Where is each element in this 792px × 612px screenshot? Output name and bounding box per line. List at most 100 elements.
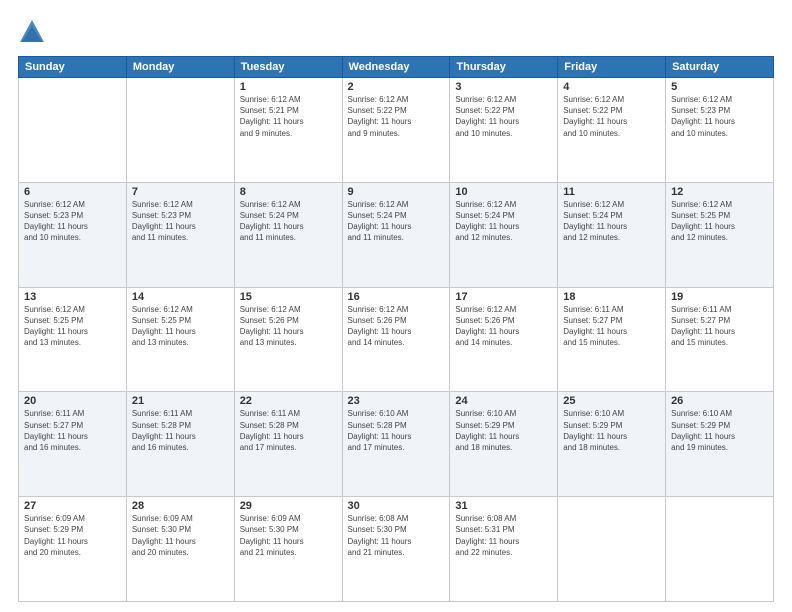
day-info: Sunrise: 6:12 AM Sunset: 5:26 PM Dayligh… [240,304,337,349]
day-number: 16 [348,291,445,303]
day-info: Sunrise: 6:12 AM Sunset: 5:26 PM Dayligh… [348,304,445,349]
day-number: 28 [132,500,229,512]
weekday-header-thursday: Thursday [450,57,558,78]
calendar-table: SundayMondayTuesdayWednesdayThursdayFrid… [18,56,774,602]
calendar-cell: 25Sunrise: 6:10 AM Sunset: 5:29 PM Dayli… [558,392,666,497]
calendar-cell: 14Sunrise: 6:12 AM Sunset: 5:25 PM Dayli… [126,287,234,392]
calendar-cell: 22Sunrise: 6:11 AM Sunset: 5:28 PM Dayli… [234,392,342,497]
day-number: 19 [671,291,768,303]
day-info: Sunrise: 6:12 AM Sunset: 5:25 PM Dayligh… [24,304,121,349]
calendar-cell: 7Sunrise: 6:12 AM Sunset: 5:23 PM Daylig… [126,182,234,287]
page: SundayMondayTuesdayWednesdayThursdayFrid… [0,0,792,612]
day-number: 22 [240,395,337,407]
calendar-week-2: 6Sunrise: 6:12 AM Sunset: 5:23 PM Daylig… [19,182,774,287]
day-info: Sunrise: 6:12 AM Sunset: 5:23 PM Dayligh… [24,199,121,244]
calendar-cell: 16Sunrise: 6:12 AM Sunset: 5:26 PM Dayli… [342,287,450,392]
day-number: 5 [671,81,768,93]
day-info: Sunrise: 6:09 AM Sunset: 5:30 PM Dayligh… [132,513,229,558]
calendar-week-4: 20Sunrise: 6:11 AM Sunset: 5:27 PM Dayli… [19,392,774,497]
calendar-cell: 21Sunrise: 6:11 AM Sunset: 5:28 PM Dayli… [126,392,234,497]
calendar-cell [126,78,234,183]
calendar-body: 1Sunrise: 6:12 AM Sunset: 5:21 PM Daylig… [19,78,774,602]
header [18,18,774,46]
day-info: Sunrise: 6:10 AM Sunset: 5:29 PM Dayligh… [563,408,660,453]
day-info: Sunrise: 6:11 AM Sunset: 5:28 PM Dayligh… [240,408,337,453]
day-number: 26 [671,395,768,407]
calendar-cell: 15Sunrise: 6:12 AM Sunset: 5:26 PM Dayli… [234,287,342,392]
day-number: 17 [455,291,552,303]
weekday-header-friday: Friday [558,57,666,78]
day-number: 8 [240,186,337,198]
day-info: Sunrise: 6:12 AM Sunset: 5:25 PM Dayligh… [132,304,229,349]
day-number: 11 [563,186,660,198]
day-info: Sunrise: 6:12 AM Sunset: 5:26 PM Dayligh… [455,304,552,349]
day-number: 12 [671,186,768,198]
calendar-cell: 9Sunrise: 6:12 AM Sunset: 5:24 PM Daylig… [342,182,450,287]
calendar-cell: 26Sunrise: 6:10 AM Sunset: 5:29 PM Dayli… [666,392,774,497]
calendar-cell: 12Sunrise: 6:12 AM Sunset: 5:25 PM Dayli… [666,182,774,287]
calendar-cell: 20Sunrise: 6:11 AM Sunset: 5:27 PM Dayli… [19,392,127,497]
logo [18,18,50,46]
day-number: 7 [132,186,229,198]
day-number: 14 [132,291,229,303]
day-info: Sunrise: 6:08 AM Sunset: 5:30 PM Dayligh… [348,513,445,558]
day-number: 2 [348,81,445,93]
weekday-header-monday: Monday [126,57,234,78]
day-number: 25 [563,395,660,407]
weekday-header-wednesday: Wednesday [342,57,450,78]
day-number: 13 [24,291,121,303]
day-info: Sunrise: 6:10 AM Sunset: 5:28 PM Dayligh… [348,408,445,453]
day-info: Sunrise: 6:11 AM Sunset: 5:27 PM Dayligh… [671,304,768,349]
calendar-cell: 17Sunrise: 6:12 AM Sunset: 5:26 PM Dayli… [450,287,558,392]
calendar-cell: 18Sunrise: 6:11 AM Sunset: 5:27 PM Dayli… [558,287,666,392]
day-number: 18 [563,291,660,303]
day-number: 15 [240,291,337,303]
calendar-cell [19,78,127,183]
day-number: 6 [24,186,121,198]
calendar-cell: 30Sunrise: 6:08 AM Sunset: 5:30 PM Dayli… [342,497,450,602]
calendar-header: SundayMondayTuesdayWednesdayThursdayFrid… [19,57,774,78]
calendar-cell: 3Sunrise: 6:12 AM Sunset: 5:22 PM Daylig… [450,78,558,183]
day-number: 23 [348,395,445,407]
calendar-cell: 6Sunrise: 6:12 AM Sunset: 5:23 PM Daylig… [19,182,127,287]
day-info: Sunrise: 6:12 AM Sunset: 5:25 PM Dayligh… [671,199,768,244]
weekday-header-tuesday: Tuesday [234,57,342,78]
day-info: Sunrise: 6:12 AM Sunset: 5:24 PM Dayligh… [348,199,445,244]
day-info: Sunrise: 6:12 AM Sunset: 5:21 PM Dayligh… [240,94,337,139]
day-info: Sunrise: 6:12 AM Sunset: 5:23 PM Dayligh… [132,199,229,244]
calendar-cell: 8Sunrise: 6:12 AM Sunset: 5:24 PM Daylig… [234,182,342,287]
calendar-cell: 24Sunrise: 6:10 AM Sunset: 5:29 PM Dayli… [450,392,558,497]
day-info: Sunrise: 6:10 AM Sunset: 5:29 PM Dayligh… [671,408,768,453]
day-number: 30 [348,500,445,512]
day-number: 29 [240,500,337,512]
day-info: Sunrise: 6:11 AM Sunset: 5:27 PM Dayligh… [563,304,660,349]
day-info: Sunrise: 6:11 AM Sunset: 5:27 PM Dayligh… [24,408,121,453]
day-number: 24 [455,395,552,407]
day-number: 1 [240,81,337,93]
calendar-cell: 13Sunrise: 6:12 AM Sunset: 5:25 PM Dayli… [19,287,127,392]
calendar-week-1: 1Sunrise: 6:12 AM Sunset: 5:21 PM Daylig… [19,78,774,183]
day-info: Sunrise: 6:09 AM Sunset: 5:30 PM Dayligh… [240,513,337,558]
calendar-cell: 10Sunrise: 6:12 AM Sunset: 5:24 PM Dayli… [450,182,558,287]
weekday-header-saturday: Saturday [666,57,774,78]
day-info: Sunrise: 6:08 AM Sunset: 5:31 PM Dayligh… [455,513,552,558]
calendar-cell: 11Sunrise: 6:12 AM Sunset: 5:24 PM Dayli… [558,182,666,287]
calendar-cell [666,497,774,602]
calendar-cell: 1Sunrise: 6:12 AM Sunset: 5:21 PM Daylig… [234,78,342,183]
day-info: Sunrise: 6:10 AM Sunset: 5:29 PM Dayligh… [455,408,552,453]
day-info: Sunrise: 6:12 AM Sunset: 5:24 PM Dayligh… [240,199,337,244]
day-info: Sunrise: 6:12 AM Sunset: 5:22 PM Dayligh… [563,94,660,139]
day-info: Sunrise: 6:11 AM Sunset: 5:28 PM Dayligh… [132,408,229,453]
day-info: Sunrise: 6:12 AM Sunset: 5:22 PM Dayligh… [348,94,445,139]
calendar-cell: 4Sunrise: 6:12 AM Sunset: 5:22 PM Daylig… [558,78,666,183]
day-number: 3 [455,81,552,93]
calendar-cell: 19Sunrise: 6:11 AM Sunset: 5:27 PM Dayli… [666,287,774,392]
calendar-cell: 29Sunrise: 6:09 AM Sunset: 5:30 PM Dayli… [234,497,342,602]
day-info: Sunrise: 6:12 AM Sunset: 5:22 PM Dayligh… [455,94,552,139]
day-info: Sunrise: 6:12 AM Sunset: 5:24 PM Dayligh… [455,199,552,244]
day-number: 4 [563,81,660,93]
calendar-cell: 5Sunrise: 6:12 AM Sunset: 5:23 PM Daylig… [666,78,774,183]
calendar-week-3: 13Sunrise: 6:12 AM Sunset: 5:25 PM Dayli… [19,287,774,392]
day-info: Sunrise: 6:12 AM Sunset: 5:24 PM Dayligh… [563,199,660,244]
weekday-header-sunday: Sunday [19,57,127,78]
